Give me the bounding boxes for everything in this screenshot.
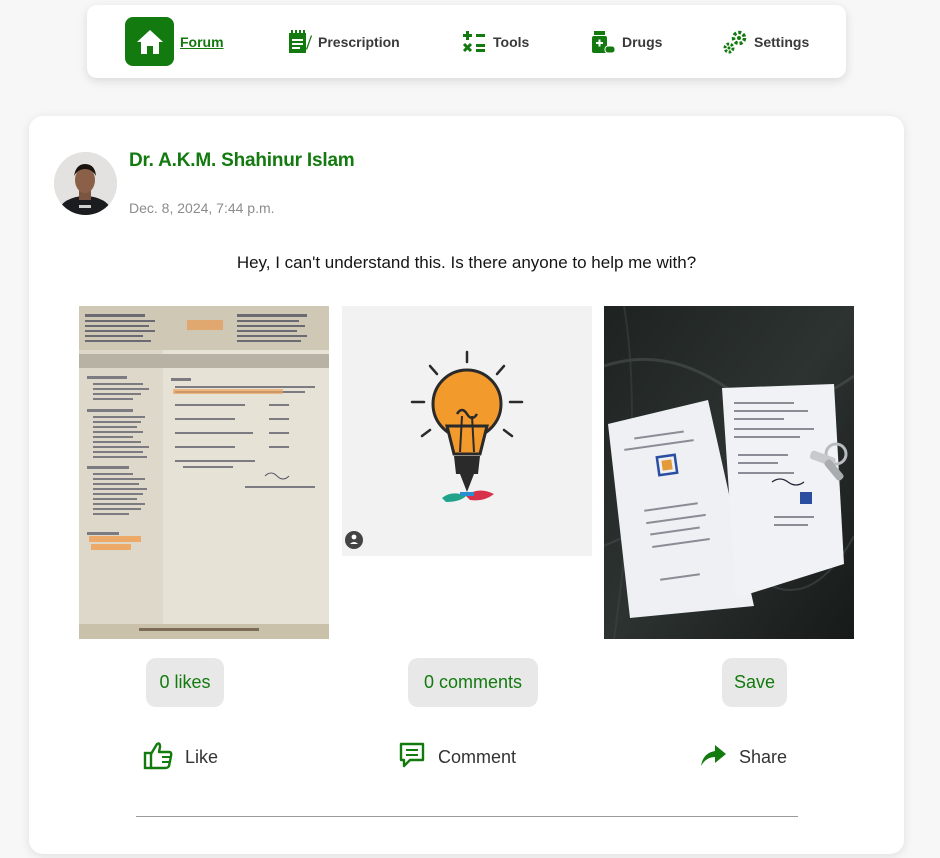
- comment-button[interactable]: Comment: [398, 740, 516, 774]
- like-label: Like: [185, 746, 219, 767]
- nav-drugs-label: Drugs: [622, 33, 663, 50]
- nav-prescription[interactable]: Prescription: [286, 5, 400, 78]
- nav-forum[interactable]: Forum: [125, 5, 224, 78]
- nav-settings-label: Settings: [754, 33, 810, 50]
- prescription-icon: [286, 29, 312, 55]
- post-timestamp: Dec. 8, 2024, 7:44 p.m.: [129, 200, 275, 216]
- thumbs-up-icon: [143, 740, 173, 775]
- author-name[interactable]: Dr. A.K.M. Shahinur Islam: [129, 150, 355, 172]
- divider: [136, 816, 798, 817]
- forum-post-card: Dr. A.K.M. Shahinur Islam Dec. 8, 2024, …: [29, 116, 904, 854]
- gear-icon: [722, 29, 748, 55]
- home-icon: [125, 17, 174, 66]
- avatar[interactable]: [54, 152, 117, 215]
- nav-forum-label: Forum: [180, 33, 224, 50]
- post-image-lightbulb[interactable]: [342, 306, 592, 556]
- comment-icon: [398, 741, 426, 774]
- top-navigation: Forum Prescription Tools Drugs Settings: [87, 5, 846, 78]
- comment-label: Comment: [438, 746, 517, 767]
- nav-tools[interactable]: Tools: [461, 5, 529, 78]
- share-button[interactable]: Share: [699, 740, 787, 774]
- likes-count-button[interactable]: 0 likes: [146, 658, 224, 707]
- post-image-reports[interactable]: [604, 306, 854, 639]
- nav-drugs[interactable]: Drugs: [590, 5, 662, 78]
- nav-prescription-label: Prescription: [318, 33, 400, 50]
- nav-tools-label: Tools: [493, 33, 530, 50]
- drugs-icon: [590, 29, 616, 55]
- save-button[interactable]: Save: [722, 658, 787, 707]
- nav-settings[interactable]: Settings: [722, 5, 809, 78]
- comments-count-button[interactable]: 0 comments: [408, 658, 538, 707]
- post-image-prescription[interactable]: [79, 306, 329, 639]
- share-label: Share: [739, 746, 788, 767]
- like-button[interactable]: Like: [143, 740, 218, 774]
- post-body: Hey, I can't understand this. Is there a…: [236, 253, 697, 272]
- share-icon: [699, 741, 727, 774]
- calculator-icon: [461, 29, 487, 55]
